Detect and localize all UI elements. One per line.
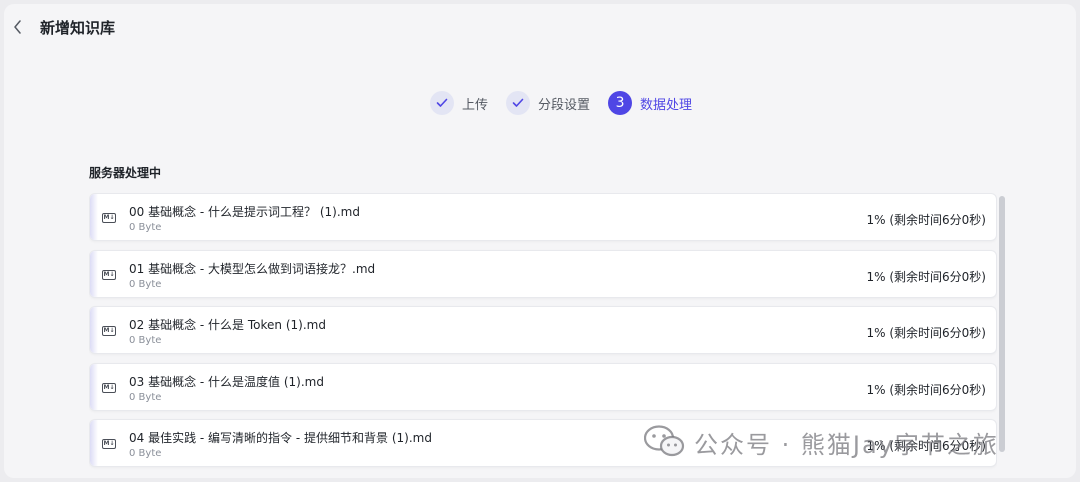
file-item[interactable]: M↓ 04 最佳实践 - 编写清晰的指令 - 提供细节和背景 (1).md 0 … xyxy=(89,419,997,468)
markdown-file-icon: M↓ xyxy=(102,439,116,450)
scrollbar[interactable] xyxy=(999,196,1005,478)
check-icon xyxy=(436,98,448,107)
check-icon xyxy=(512,98,524,107)
file-progress: 1% (剩余时间6分0秒) xyxy=(866,269,987,284)
step-label: 上传 xyxy=(462,97,489,113)
markdown-file-icon: M↓ xyxy=(102,382,116,393)
file-size: 0 Byte xyxy=(129,335,162,347)
file-icon-label: M↓ xyxy=(103,270,115,278)
step-done-badge xyxy=(506,91,531,115)
step-number-badge: 3 xyxy=(608,91,633,115)
file-item[interactable]: M↓ 01 基础概念 - 大模型怎么做到词语接龙？.md 0 Byte 1% (… xyxy=(89,249,997,298)
step-upload[interactable]: 上传 xyxy=(430,91,488,115)
markdown-file-icon: M↓ xyxy=(102,213,116,223)
section-title: 服务器处理中 xyxy=(89,166,162,180)
progress-bar xyxy=(90,250,98,297)
file-progress: 1% (剩余时间6分0秒) xyxy=(866,213,987,227)
file-progress: 1% (剩余时间6分0秒) xyxy=(866,439,987,454)
step-segment-settings[interactable]: 分段设置 xyxy=(506,91,590,115)
scrollbar-thumb[interactable] xyxy=(999,196,1005,452)
progress-bar xyxy=(90,194,98,240)
file-size: 0 Byte xyxy=(129,391,162,403)
step-label: 数据处理 xyxy=(640,97,693,113)
file-progress: 1% (剩余时间6分0秒) xyxy=(866,382,987,397)
file-item[interactable]: M↓ 00 基础概念 - 什么是提示词工程？ (1).md 0 Byte 1% … xyxy=(89,193,997,241)
stepper: 上传 分段设置 3 数据处理 xyxy=(430,90,710,116)
file-item[interactable]: M↓ 03 基础概念 - 什么是温度值 (1).md 0 Byte 1% (剩余… xyxy=(89,362,997,411)
chevron-left-icon xyxy=(14,20,21,34)
file-name: 03 基础概念 - 什么是温度值 (1).md xyxy=(129,374,324,389)
file-icon-label: M↓ xyxy=(103,327,115,335)
page-title: 新增知识库 xyxy=(40,19,116,37)
file-name: 00 基础概念 - 什么是提示词工程？ (1).md xyxy=(129,205,360,219)
step-data-processing[interactable]: 3 数据处理 xyxy=(608,91,692,115)
step-label: 分段设置 xyxy=(538,97,591,113)
file-name: 04 最佳实践 - 编写清晰的指令 - 提供细节和背景 (1).md xyxy=(129,431,432,446)
markdown-file-icon: M↓ xyxy=(102,326,116,337)
file-progress: 1% (剩余时间6分0秒) xyxy=(866,326,987,341)
file-item[interactable]: M↓ 02 基础概念 - 什么是 Token (1).md 0 Byte 1% … xyxy=(89,306,997,355)
progress-bar xyxy=(90,307,98,354)
header: 新增知识库 xyxy=(4,4,1076,50)
progress-bar xyxy=(90,420,98,467)
file-name: 02 基础概念 - 什么是 Token (1).md xyxy=(129,318,326,333)
back-button[interactable] xyxy=(10,17,26,37)
file-icon-label: M↓ xyxy=(103,440,115,448)
file-list[interactable]: M↓ 00 基础概念 - 什么是提示词工程？ (1).md 0 Byte 1% … xyxy=(89,193,997,478)
progress-bar xyxy=(90,363,98,410)
file-name: 01 基础概念 - 大模型怎么做到词语接龙？.md xyxy=(129,261,376,276)
step-done-badge xyxy=(430,91,454,115)
markdown-file-icon: M↓ xyxy=(102,269,116,280)
file-icon-label: M↓ xyxy=(103,214,115,221)
file-icon-label: M↓ xyxy=(103,383,115,391)
knowledge-base-panel: 新增知识库 上传 分段设置 3 数据处理 服务器处理中 M↓ 00 基础概念 -… xyxy=(4,4,1076,478)
file-size: 0 Byte xyxy=(129,278,162,290)
file-size: 0 Byte xyxy=(129,448,162,460)
file-size: 0 Byte xyxy=(129,222,162,233)
